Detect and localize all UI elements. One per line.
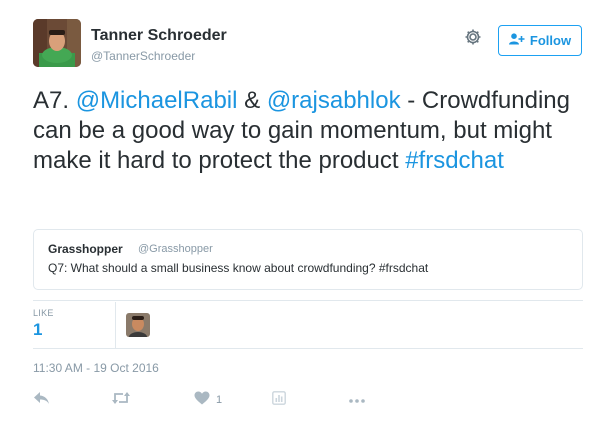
retweet-icon [111,391,131,410]
reply-icon [33,391,50,410]
user-name[interactable]: Tanner Schroeder [91,27,227,45]
divider [33,300,583,301]
analytics-button[interactable] [272,390,286,410]
more-button[interactable] [348,391,366,409]
tweet-text-segment: & [237,87,267,114]
quoted-tweet-handle: @Grasshopper [138,243,213,255]
follow-label: Follow [529,33,572,48]
tweet-timestamp[interactable]: 11:30 AM - 19 Oct 2016 [33,361,159,375]
mention-link[interactable]: @MichaelRabil [76,87,238,114]
quoted-tweet[interactable]: Grasshopper @Grasshopper Q7: What should… [33,229,583,290]
retweet-button[interactable] [111,391,131,409]
stat-separator [115,302,116,348]
like-stat-label: LIKE [33,308,54,318]
tweet-card: Tanner Schroeder @TannerSchroeder Follow… [0,0,608,426]
reply-button[interactable] [33,391,50,409]
tweet-text-segment: A7. [33,87,76,114]
user-handle[interactable]: @TannerSchroeder [91,49,195,63]
mention-link[interactable]: @rajsabhlok [267,87,401,114]
like-stat-count[interactable]: 1 [33,320,42,340]
quoted-tweet-text: Q7: What should a small business know ab… [48,261,429,275]
gear-icon[interactable] [463,27,483,47]
tweet-text: A7. @MichaelRabil & @rajsabhlok - Crowdf… [33,86,583,176]
like-action-count: 1 [216,394,223,406]
divider [33,348,583,349]
quoted-tweet-name: Grasshopper [48,242,123,256]
hashtag-link[interactable]: #frsdchat [405,147,504,174]
like-button[interactable]: 1 [194,391,222,409]
heart-icon [194,391,210,410]
user-avatar[interactable] [33,19,81,67]
liker-avatar[interactable] [126,313,150,337]
follow-button[interactable]: Follow [498,25,582,56]
analytics-icon [272,390,286,410]
add-user-icon [508,32,525,50]
more-icon [348,391,366,409]
